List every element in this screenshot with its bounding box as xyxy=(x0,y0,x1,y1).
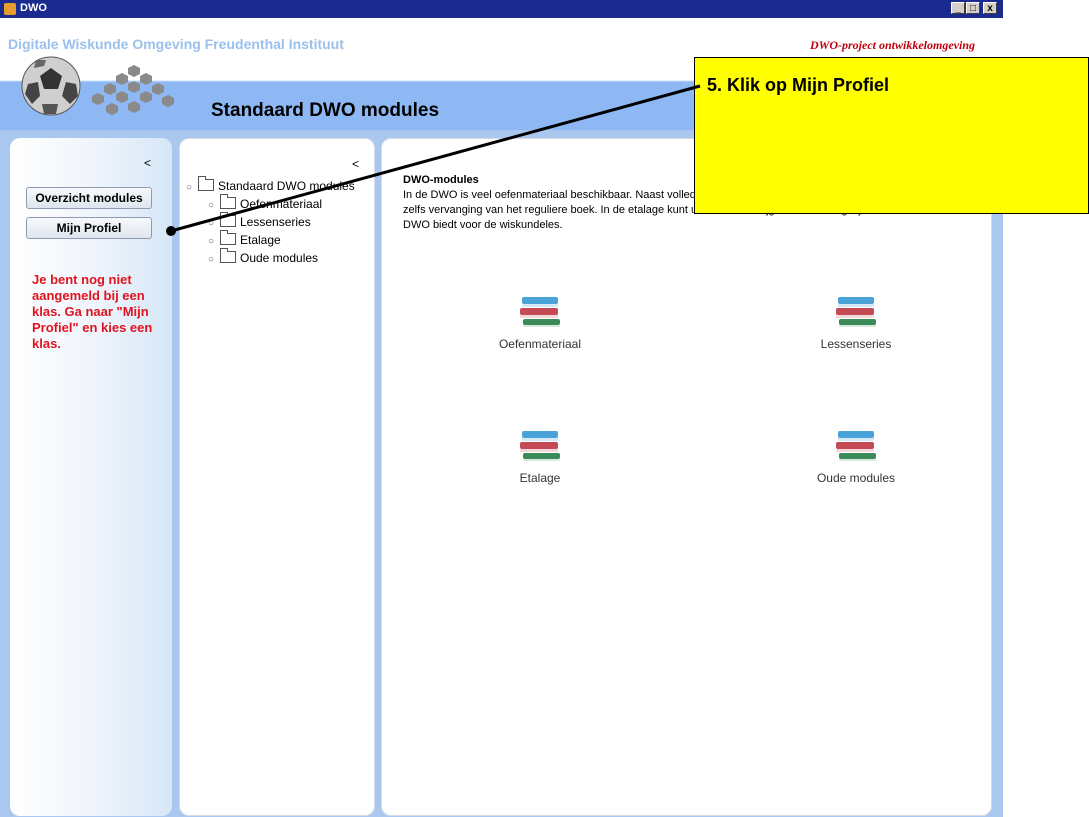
overzicht-modules-button[interactable]: Overzicht modules xyxy=(26,187,152,209)
not-registered-warning: Je bent nog niet aangemeld bij een klas.… xyxy=(32,272,153,351)
maximize-button[interactable]: □ xyxy=(966,2,980,14)
module-tree-panel: < ○ Standaard DWO modules ○ Oefenmateriaal… xyxy=(179,138,375,816)
tree-item-label: Etalage xyxy=(240,233,281,247)
folder-icon xyxy=(220,212,236,227)
hexagon-pattern-logo-icon xyxy=(92,65,174,115)
soccer-ball-logo-icon xyxy=(21,56,81,116)
intro-title: DWO-modules xyxy=(403,174,479,186)
close-button[interactable]: x xyxy=(983,2,997,14)
module-lessenseries[interactable]: Lessenseries xyxy=(776,295,936,351)
folder-icon xyxy=(220,194,236,209)
tree-item-label: Oude modules xyxy=(240,251,319,265)
mijn-profiel-button[interactable]: Mijn Profiel xyxy=(26,217,152,239)
module-label: Oefenmateriaal xyxy=(498,337,582,351)
tree-root[interactable]: ○ Standaard DWO modules xyxy=(186,176,355,193)
collapse-nav-button[interactable]: < xyxy=(144,156,151,170)
page-title: Standaard DWO modules xyxy=(211,100,440,121)
tree-collapsed-icon: ○ xyxy=(208,218,215,229)
folder-icon xyxy=(198,176,214,191)
module-oude-modules[interactable]: Oude modules xyxy=(776,429,936,485)
collapse-tree-button[interactable]: < xyxy=(352,157,359,171)
module-etalage[interactable]: Etalage xyxy=(460,429,620,485)
module-label: Lessenseries xyxy=(820,337,892,351)
tree-expanded-icon: ○ xyxy=(186,182,193,193)
callout-text: 5. Klik op Mijn Profiel xyxy=(707,75,890,95)
module-label: Etalage xyxy=(519,471,561,485)
tree-collapsed-icon: ○ xyxy=(208,236,215,247)
folder-icon xyxy=(220,248,236,263)
tree-item-oude-modules[interactable]: ○ Oude modules xyxy=(208,248,319,265)
navigation-panel: < Overzicht modules Mijn Profiel Je bent… xyxy=(10,138,172,816)
tree-root-label: Standaard DWO modules xyxy=(218,179,355,193)
module-overview-panel: DWO-modules In de DWO is veel oefenmater… xyxy=(381,138,992,816)
module-label: Oude modules xyxy=(816,471,896,485)
tree-item-label: Lessenseries xyxy=(240,215,311,229)
tutorial-callout: 5. Klik op Mijn Profiel xyxy=(694,57,1089,214)
title-bar: DWO _ □ x xyxy=(0,0,1003,18)
minimize-button[interactable]: _ xyxy=(951,2,965,14)
books-icon xyxy=(836,431,876,461)
java-app-icon xyxy=(4,3,16,15)
books-icon xyxy=(836,297,876,327)
module-oefenmateriaal[interactable]: Oefenmateriaal xyxy=(460,295,620,351)
tree-item-label: Oefenmateriaal xyxy=(240,197,323,211)
project-label: DWO-project ontwikkelomgeving xyxy=(810,38,975,52)
books-icon xyxy=(520,297,560,327)
books-icon xyxy=(520,431,560,461)
tree-item-etalage[interactable]: ○ Etalage xyxy=(208,230,281,247)
tree-item-lessenseries[interactable]: ○ Lessenseries xyxy=(208,212,311,229)
tree-item-oefenmateriaal[interactable]: ○ Oefenmateriaal xyxy=(208,194,323,211)
folder-icon xyxy=(220,230,236,245)
tree-collapsed-icon: ○ xyxy=(208,200,215,211)
tree-collapsed-icon: ○ xyxy=(208,254,215,265)
brand-title: Digitale Wiskunde Omgeving Freudenthal I… xyxy=(8,36,344,52)
window-title: DWO xyxy=(20,2,47,14)
